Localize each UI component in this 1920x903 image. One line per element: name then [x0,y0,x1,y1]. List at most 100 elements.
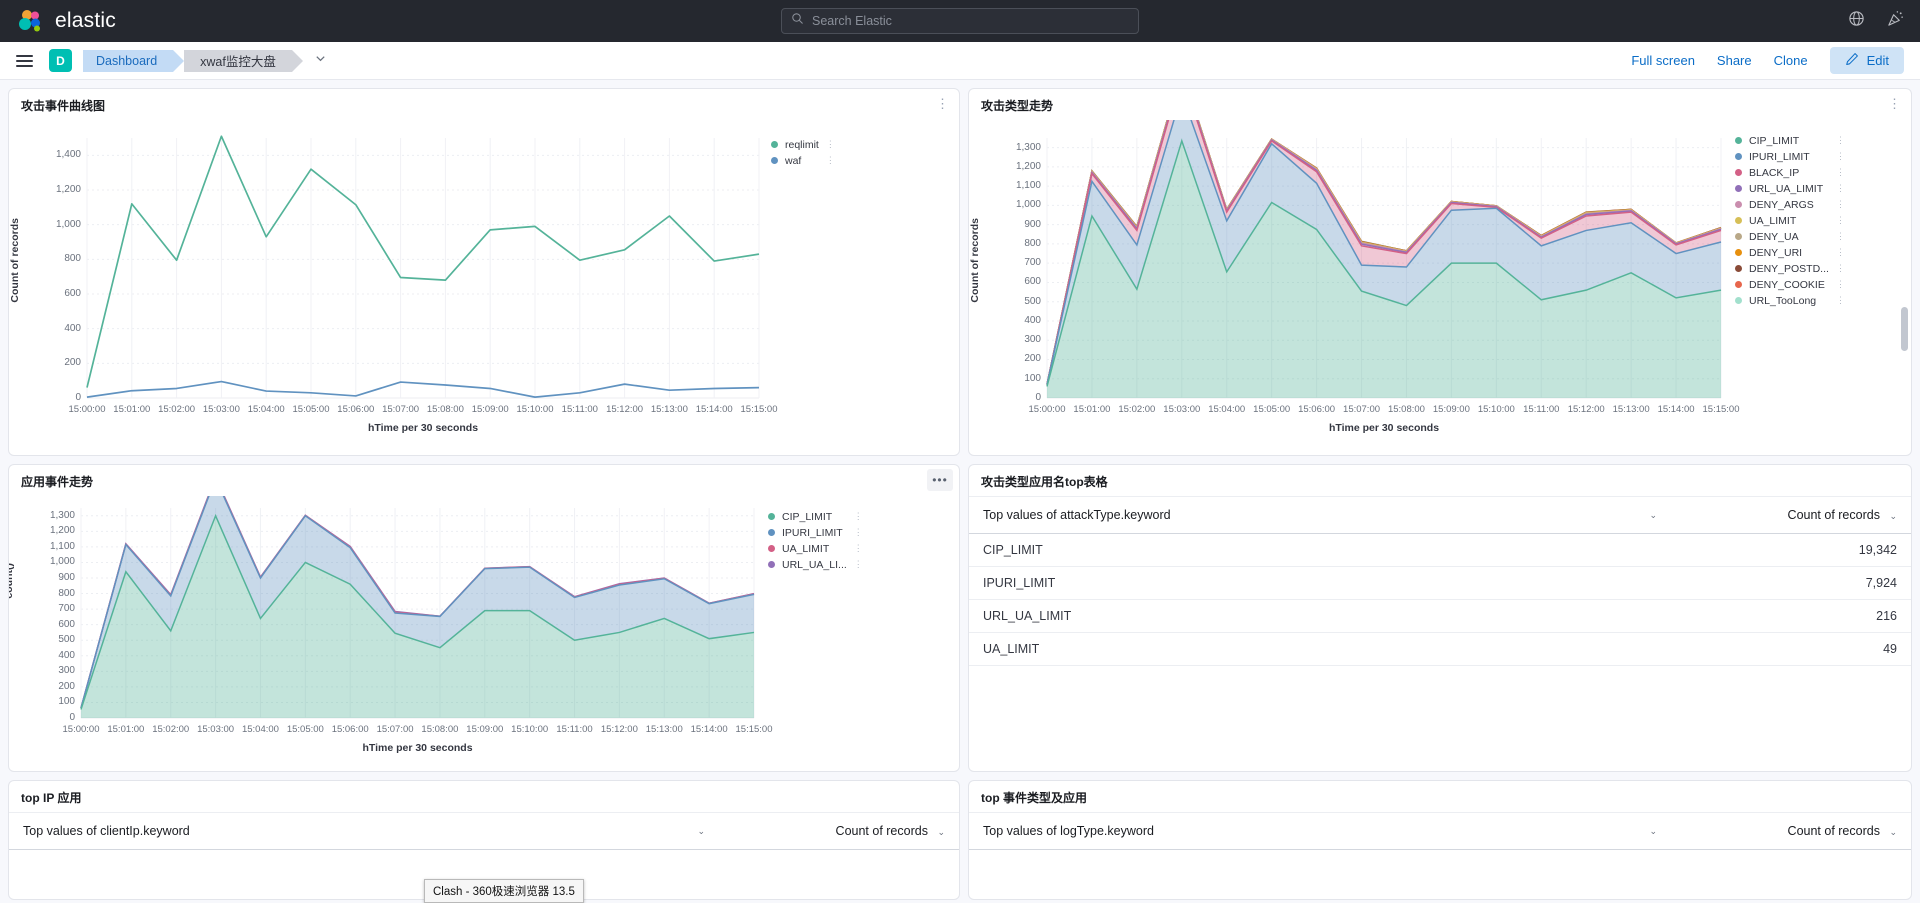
table-row[interactable]: UA_LIMIT 49 [969,632,1911,666]
legend-item[interactable]: DENY_COOKIE ⋮ [1735,278,1845,291]
column-header-count[interactable]: Count of records ⌄ [719,812,959,850]
legend-item[interactable]: waf ⋮ [771,154,835,167]
legend-item[interactable]: CIP_LIMIT ⋮ [768,510,863,523]
legend-actions-icon[interactable]: ⋮ [854,528,863,537]
column-label: Count of records [1787,824,1880,838]
legend-color-dot [1735,297,1742,304]
y-axis-tick: 400 [1024,314,1041,326]
legend-item[interactable]: DENY_POSTD... ⋮ [1735,262,1845,275]
x-axis-label: hTime per 30 seconds [1328,422,1440,434]
legend-item[interactable]: DENY_UA ⋮ [1735,230,1845,243]
panel-title: 攻击事件曲线图 [21,99,106,113]
panel-context-menu-button[interactable]: ••• [927,469,953,491]
legend-actions-icon[interactable]: ⋮ [854,544,863,553]
chevron-down-icon[interactable]: ⌄ [1889,827,1897,837]
x-axis-tick: 15:05:00 [1253,404,1291,415]
app-badge[interactable]: D [49,49,72,72]
edit-button[interactable]: Edit [1829,47,1904,74]
legend-label: DENY_POSTD... [1749,262,1829,275]
panel-top-logtype: top 事件类型及应用 Top values of logType.keywor… [968,780,1912,900]
x-axis-tick: 15:01:00 [113,404,151,415]
chart-attack-type-area: 0 100 200 300 400 500 600 700 800 900 1,000 1,100 1,… [969,120,1911,450]
legend-item[interactable]: URL_TooLong ⋮ [1735,294,1845,307]
breadcrumb-current[interactable]: xwaf监控大盘 [184,49,303,72]
legend-item[interactable]: DENY_URI ⋮ [1735,246,1845,259]
table-row[interactable]: URL_UA_LIMIT 216 [969,599,1911,633]
legend-actions-icon[interactable]: ⋮ [1836,152,1845,161]
legend-color-dot [771,141,778,148]
party-popper-icon[interactable] [1887,10,1904,32]
globe-help-icon[interactable] [1848,10,1865,32]
column-header-clientip[interactable]: Top values of clientIp.keyword ⌄ [9,812,719,850]
chevron-down-icon[interactable]: ⌄ [1649,826,1657,837]
legend-item[interactable]: IPURI_LIMIT ⋮ [1735,150,1845,163]
legend-actions-icon[interactable]: ⋮ [854,560,863,569]
y-axis-tick: 200 [58,680,75,692]
chart-legend: CIP_LIMIT ⋮ IPURI_LIMIT ⋮ BLACK_IP ⋮ URL_UA_LI… [1735,134,1845,307]
panel-title: top IP 应用 [21,791,82,805]
x-axis-tick: 15:01:00 [107,724,145,735]
table-row[interactable]: IPURI_LIMIT 7,924 [969,566,1911,600]
panel-context-menu-button[interactable]: ⋮ [1888,96,1902,112]
x-axis-label: hTime per 30 seconds [362,742,473,754]
legend-actions-icon[interactable]: ⋮ [826,156,835,165]
x-axis-tick: 15:02:00 [1118,404,1156,415]
y-axis-tick: 700 [1024,257,1041,269]
legend-color-dot [768,545,775,552]
chevron-down-icon[interactable]: ⌄ [1889,511,1897,521]
pencil-icon [1845,52,1859,69]
legend-actions-icon[interactable]: ⋮ [1836,296,1845,305]
os-window-tooltip: Clash - 360极速浏览器 13.5 [424,879,584,903]
x-axis-tick: 15:00:00 [68,404,106,415]
chevron-down-icon[interactable]: ⌄ [937,827,945,837]
legend-item[interactable]: CIP_LIMIT ⋮ [1735,134,1845,147]
x-axis-tick: 15:13:00 [650,404,688,415]
legend-actions-icon[interactable]: ⋮ [1836,264,1845,273]
column-header-count[interactable]: Count of records ⌄ [1671,812,1911,850]
legend-actions-icon[interactable]: ⋮ [1836,280,1845,289]
legend-item[interactable]: BLACK_IP ⋮ [1735,166,1845,179]
legend-actions-icon[interactable]: ⋮ [1836,184,1845,193]
panel-context-menu-button[interactable]: ⋮ [936,96,950,112]
chevron-down-icon[interactable]: ⌄ [1649,510,1657,521]
full-screen-button[interactable]: Full screen [1631,53,1695,68]
y-axis-tick: 300 [58,665,75,677]
legend-actions-icon[interactable]: ⋮ [826,140,835,149]
chevron-down-icon[interactable]: ⌄ [697,826,705,837]
y-axis-tick: 500 [58,634,75,646]
legend-actions-icon[interactable]: ⋮ [1836,216,1845,225]
global-search-input[interactable]: Search Elastic [781,8,1139,34]
menu-toggle-icon[interactable] [16,54,33,67]
legend-scrollbar[interactable] [1901,307,1908,351]
legend-item[interactable]: UA_LIMIT ⋮ [1735,214,1845,227]
legend-actions-icon[interactable]: ⋮ [1836,248,1845,257]
x-axis-tick: 15:04:00 [1208,404,1246,415]
column-header-count[interactable]: Count of records ⌄ [1671,496,1911,534]
column-header-attacktype[interactable]: Top values of attackType.keyword ⌄ [969,496,1671,534]
legend-actions-icon[interactable]: ⋮ [1836,232,1845,241]
legend-item[interactable]: UA_LIMIT ⋮ [768,542,863,555]
y-axis-tick: 800 [1024,237,1041,249]
elastic-brand[interactable]: elastic [0,8,116,34]
breadcrumb-dashboard[interactable]: Dashboard [83,49,185,72]
legend-item[interactable]: DENY_ARGS ⋮ [1735,198,1845,211]
table-header-row: Top values of attackType.keyword ⌄ Count… [969,496,1911,534]
top-logtype-table: Top values of logType.keyword ⌄ Count of… [969,812,1911,850]
legend-actions-icon[interactable]: ⋮ [1836,200,1845,209]
x-axis-tick: 15:11:00 [556,724,593,735]
y-axis-tick: 500 [1024,295,1041,307]
legend-actions-icon[interactable]: ⋮ [1836,136,1845,145]
legend-item[interactable]: URL_UA_LIMIT ⋮ [1735,182,1845,195]
table-row[interactable]: CIP_LIMIT 19,342 [969,533,1911,567]
chevron-down-icon[interactable] [314,52,327,70]
column-header-logtype[interactable]: Top values of logType.keyword ⌄ [969,812,1671,850]
legend-item[interactable]: IPURI_LIMIT ⋮ [768,526,863,539]
legend-item[interactable]: URL_UA_LI... ⋮ [768,558,863,571]
clone-button[interactable]: Clone [1774,53,1808,68]
legend-actions-icon[interactable]: ⋮ [854,512,863,521]
share-button[interactable]: Share [1717,53,1752,68]
column-label: Count of records [1787,508,1880,522]
panel-title: 应用事件走势 [21,475,94,489]
legend-actions-icon[interactable]: ⋮ [1836,168,1845,177]
legend-item[interactable]: reqlimit ⋮ [771,138,835,151]
